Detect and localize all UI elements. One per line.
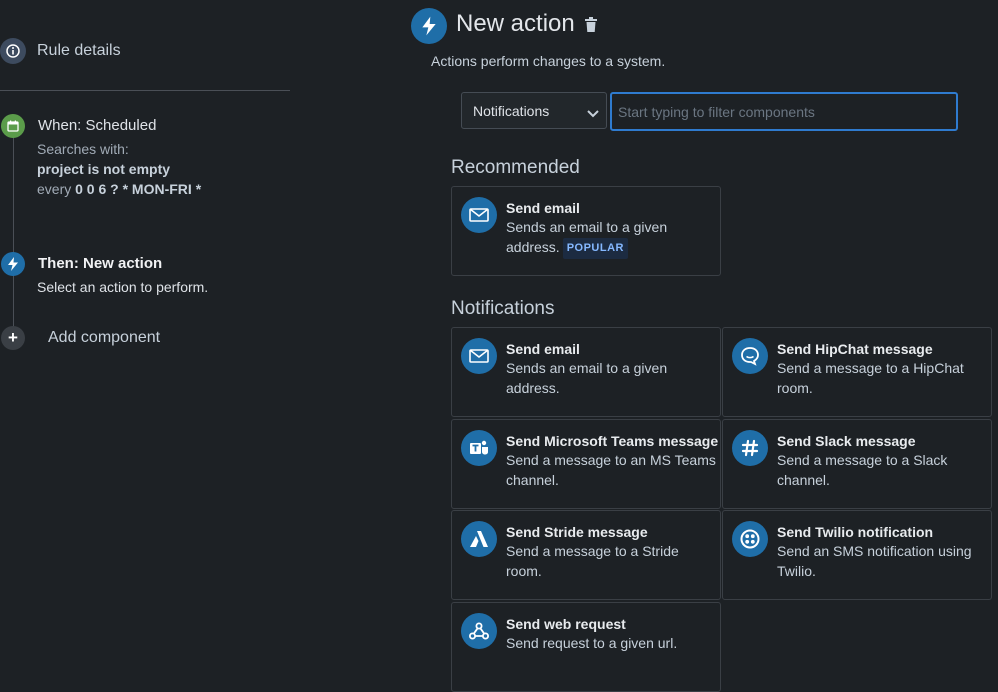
trigger-title: When: Scheduled xyxy=(38,117,157,134)
card-description: Send request to a given url. xyxy=(506,635,678,651)
component-card-send-email[interactable]: Send email Sends an email to a given add… xyxy=(451,327,721,417)
component-card-send-stride[interactable]: Send Stride message Send a message to a … xyxy=(451,510,721,600)
component-card-send-email-recommended[interactable]: Send email Sends an email to a given add… xyxy=(451,186,721,276)
flow-connector xyxy=(13,126,14,336)
component-card-send-teams[interactable]: Send Microsoft Teams message Send a mess… xyxy=(451,419,721,509)
teams-icon xyxy=(461,430,497,466)
lightning-icon xyxy=(411,8,447,44)
card-title: Send Stride message xyxy=(506,524,648,540)
component-card-send-hipchat[interactable]: Send HipChat message Send a message to a… xyxy=(722,327,992,417)
recommended-heading: Recommended xyxy=(451,157,580,178)
trash-icon[interactable] xyxy=(584,17,598,38)
component-card-send-web-request[interactable]: Send web request Send request to a given… xyxy=(451,602,721,692)
hipchat-icon xyxy=(732,338,768,374)
add-component-label: Add component xyxy=(48,329,161,346)
page-subtitle: Actions perform changes to a system. xyxy=(431,53,666,69)
card-description: Send an SMS notification using Twilio. xyxy=(777,543,972,579)
card-description: Sends an email to a given address. xyxy=(506,360,668,396)
card-description: Send a message to a HipChat room. xyxy=(777,360,964,396)
rule-sidebar: Rule details When: Scheduled Searches wi… xyxy=(0,0,290,690)
component-filter-input[interactable] xyxy=(610,92,958,131)
component-card-send-twilio[interactable]: Send Twilio notification Send an SMS not… xyxy=(722,510,992,600)
rule-details-label: Rule details xyxy=(37,42,121,59)
calendar-icon xyxy=(1,114,25,138)
rule-details-item[interactable]: Rule details xyxy=(0,38,121,64)
envelope-icon xyxy=(461,197,497,233)
notifications-heading: Notifications xyxy=(451,298,555,319)
action-subtitle: Select an action to perform. xyxy=(37,279,209,295)
popular-badge: POPULAR xyxy=(562,237,628,259)
plus-icon: + xyxy=(1,326,25,350)
card-description: Send a message to a Slack channel. xyxy=(777,452,948,488)
card-title: Send email xyxy=(506,200,580,216)
component-card-send-slack[interactable]: Send Slack message Send a message to a S… xyxy=(722,419,992,509)
card-title: Send Slack message xyxy=(777,433,916,449)
card-title: Send web request xyxy=(506,616,626,632)
trigger-searches-label: Searches with: xyxy=(37,141,129,157)
page-title: New action xyxy=(456,10,575,37)
lightning-icon xyxy=(1,252,25,276)
card-title: Send Twilio notification xyxy=(777,524,934,540)
category-select[interactable]: Notifications xyxy=(461,92,607,129)
card-description: Send a message to an MS Teams channel. xyxy=(506,452,716,488)
card-title: Send HipChat message xyxy=(777,341,933,357)
stride-icon xyxy=(461,521,497,557)
card-description: Send a message to a Stride room. xyxy=(506,543,679,579)
envelope-icon xyxy=(461,338,497,374)
chevron-down-icon xyxy=(587,105,599,121)
category-select-value: Notifications xyxy=(473,102,550,119)
add-component-button[interactable]: + Add component xyxy=(1,326,160,350)
trigger-schedule: every 0 0 6 ? * MON-FRI * xyxy=(37,181,202,197)
action-title: Then: New action xyxy=(38,255,163,272)
webhook-icon xyxy=(461,613,497,649)
trigger-jql: project is not empty xyxy=(37,161,171,177)
card-title: Send email xyxy=(506,341,580,357)
divider xyxy=(0,90,290,91)
card-description: Sends an email to a given address. POPULA… xyxy=(506,218,716,259)
info-icon xyxy=(0,38,26,64)
slack-icon xyxy=(732,430,768,466)
twilio-icon xyxy=(732,521,768,557)
card-title: Send Microsoft Teams message xyxy=(506,433,719,449)
